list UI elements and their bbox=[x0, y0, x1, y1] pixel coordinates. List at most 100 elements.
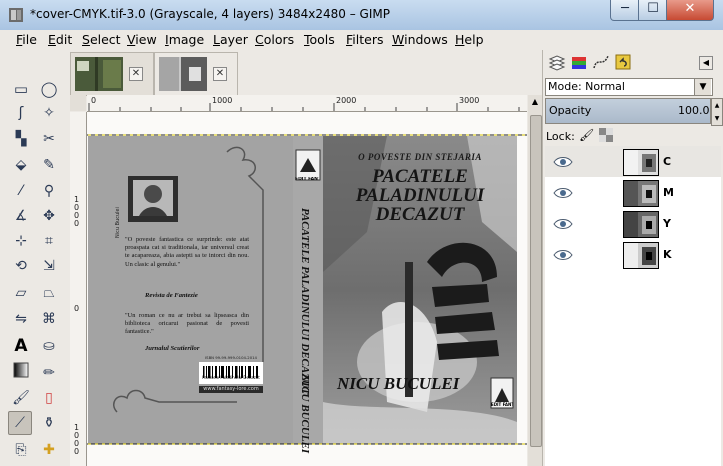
scissors-icon[interactable]: ✂ bbox=[38, 128, 60, 150]
blend-icon[interactable] bbox=[10, 362, 32, 384]
pencil-icon[interactable]: ✏ bbox=[38, 362, 60, 384]
close-tab-2-icon[interactable]: ✕ bbox=[213, 67, 227, 81]
title-bar[interactable]: *cover-CMYK.tif-3.0 (Grayscale, 4 layers… bbox=[0, 0, 723, 31]
rect-select-icon[interactable]: ▭ bbox=[10, 78, 32, 100]
ruler-corner[interactable] bbox=[70, 95, 86, 111]
menu-view-label: iew bbox=[135, 32, 157, 47]
eye-icon[interactable] bbox=[553, 217, 573, 231]
menu-file[interactable]: File bbox=[16, 32, 37, 47]
clone-icon[interactable]: ⎘ bbox=[10, 439, 32, 461]
eye-icon[interactable] bbox=[553, 155, 573, 169]
image-canvas[interactable]: Nicu Buculei "O poveste fantastica ce su… bbox=[87, 112, 527, 466]
scroll-up-icon[interactable]: ▲ bbox=[530, 97, 540, 107]
eye-icon[interactable] bbox=[553, 186, 573, 200]
scroll-thumb[interactable] bbox=[530, 115, 542, 447]
paths-tab-icon[interactable] bbox=[591, 52, 611, 72]
zoom-icon[interactable]: ⚲ bbox=[38, 180, 60, 202]
menu-help[interactable]: Help bbox=[455, 32, 484, 47]
image-window: ✕ ✕ 0 1000 2000 3000 1000 0 1000 Nicu Bu… bbox=[68, 50, 542, 466]
crop-icon[interactable]: ⌗ bbox=[38, 230, 60, 252]
front-author: NICU BUCULEI bbox=[337, 374, 460, 393]
flip-icon[interactable]: ⇋ bbox=[10, 308, 32, 330]
publisher-url: www.fantasy-lore.com bbox=[203, 386, 259, 392]
menu-filters[interactable]: Filters bbox=[346, 32, 383, 47]
menu-edit-key: E bbox=[48, 32, 56, 47]
mode-label: Mode: Normal bbox=[548, 80, 625, 93]
heal-icon[interactable]: ✚ bbox=[38, 439, 60, 461]
layer-thumbnail bbox=[623, 242, 659, 269]
color-select-icon[interactable]: ▚ bbox=[10, 128, 32, 150]
image-tab-1[interactable]: ✕ bbox=[70, 52, 154, 96]
menu-colors[interactable]: Colors bbox=[255, 32, 294, 47]
ellipse-select-icon[interactable]: ◯ bbox=[38, 78, 60, 100]
menu-view[interactable]: View bbox=[127, 32, 157, 47]
vruler-label-1: 1000 bbox=[74, 195, 80, 228]
channels-tab-icon[interactable] bbox=[569, 52, 589, 72]
paths-icon[interactable]: ✎ bbox=[38, 154, 60, 176]
lock-alpha-icon[interactable] bbox=[599, 128, 613, 142]
shear-icon[interactable]: ▱ bbox=[10, 282, 32, 304]
vruler-label-2: 0 bbox=[74, 304, 80, 313]
image-tab-1-thumbnail bbox=[75, 57, 123, 91]
vertical-ruler[interactable]: 1000 0 1000 bbox=[70, 112, 87, 466]
airbrush-icon[interactable]: ⟋ bbox=[8, 411, 32, 435]
toolbox: ▭ ◯ ʃ ✧ ▚ ✂ ⬙ ✎ ⁄ ⚲ ∡ ✥ ⊹ ⌗ ⟲ ⇲ ▱ ⏢ ⇋ ⌘ … bbox=[0, 50, 69, 466]
align-icon[interactable]: ⊹ bbox=[10, 230, 32, 252]
lock-pixels-icon[interactable]: 🖌 bbox=[579, 128, 594, 142]
menu-layer[interactable]: Layer bbox=[213, 32, 248, 47]
free-select-icon[interactable]: ʃ bbox=[10, 102, 32, 124]
layer-name: M bbox=[663, 186, 674, 199]
mode-dropdown[interactable]: Mode: Normal ▼ bbox=[545, 78, 713, 96]
undo-history-tab-icon[interactable] bbox=[613, 52, 633, 72]
eye-icon[interactable] bbox=[553, 248, 573, 262]
opacity-spin-buttons[interactable]: ▲ ▼ bbox=[711, 98, 723, 126]
maximize-button[interactable]: ☐ bbox=[638, 0, 668, 21]
layer-row[interactable]: Y bbox=[545, 208, 721, 239]
menu-image[interactable]: Image bbox=[165, 32, 204, 47]
text-tool-icon[interactable]: A bbox=[10, 335, 32, 357]
front-title-line-3: DECAZUT bbox=[375, 204, 465, 225]
opacity-slider[interactable]: Opacity 100.0 bbox=[545, 98, 711, 124]
foreground-select-icon[interactable]: ⬙ bbox=[10, 154, 32, 176]
eraser-icon[interactable]: ▯ bbox=[38, 387, 60, 409]
measure-icon[interactable]: ∡ bbox=[10, 205, 32, 227]
chevron-down-icon[interactable]: ▼ bbox=[694, 79, 711, 95]
bucket-fill-icon[interactable]: ⛀ bbox=[38, 335, 60, 357]
menu-select[interactable]: Select bbox=[82, 32, 121, 47]
vruler-label-3: 1000 bbox=[74, 423, 80, 456]
vertical-scrollbar[interactable]: ▲ bbox=[528, 95, 542, 466]
perspective-icon[interactable]: ⏢ bbox=[38, 282, 60, 304]
menu-bar: File Edit Select View Image Layer Colors… bbox=[0, 30, 723, 50]
dock-menu-icon[interactable]: ◀ bbox=[699, 56, 713, 70]
back-quote-2-source: Jurnalul Scutierilor bbox=[145, 345, 200, 352]
menu-colors-key: C bbox=[255, 32, 264, 47]
color-picker-icon[interactable]: ⁄ bbox=[10, 180, 32, 202]
front-title-line-2: PALADINULUI bbox=[355, 185, 485, 206]
front-publisher-badge: EDIT FANTASY bbox=[491, 402, 513, 407]
menu-tools[interactable]: Tools bbox=[304, 32, 335, 47]
menu-edit-label: dit bbox=[55, 32, 73, 47]
minimize-button[interactable]: ─ bbox=[610, 0, 640, 21]
menu-edit[interactable]: Edit bbox=[48, 32, 72, 47]
image-tab-2[interactable]: ✕ bbox=[154, 52, 238, 95]
menu-windows[interactable]: Windows bbox=[392, 32, 448, 47]
ink-icon[interactable]: ⚱ bbox=[38, 412, 60, 434]
layer-row[interactable]: K bbox=[545, 239, 721, 270]
menu-windows-label: indows bbox=[404, 32, 448, 47]
scale-icon[interactable]: ⇲ bbox=[38, 255, 60, 277]
layers-tab-icon[interactable] bbox=[547, 52, 567, 72]
close-button[interactable]: ✕ bbox=[666, 0, 714, 21]
fuzzy-select-icon[interactable]: ✧ bbox=[38, 102, 60, 124]
layer-name: C bbox=[663, 155, 672, 168]
layer-row[interactable]: C bbox=[545, 146, 721, 177]
horizontal-ruler[interactable]: 0 1000 2000 3000 bbox=[87, 95, 527, 112]
ruler-label-1000: 1000 bbox=[212, 96, 233, 105]
layer-row[interactable]: M bbox=[545, 177, 721, 208]
isbn-text: ISBN 99-99-999-0104-2014 bbox=[205, 355, 257, 360]
rotate-icon[interactable]: ⟲ bbox=[10, 255, 32, 277]
menu-colors-label: olors bbox=[263, 32, 295, 47]
move-icon[interactable]: ✥ bbox=[38, 205, 60, 227]
close-tab-1-icon[interactable]: ✕ bbox=[129, 67, 143, 81]
cage-icon[interactable]: ⌘ bbox=[38, 308, 60, 330]
paintbrush-icon[interactable]: 🖌 bbox=[10, 387, 32, 409]
